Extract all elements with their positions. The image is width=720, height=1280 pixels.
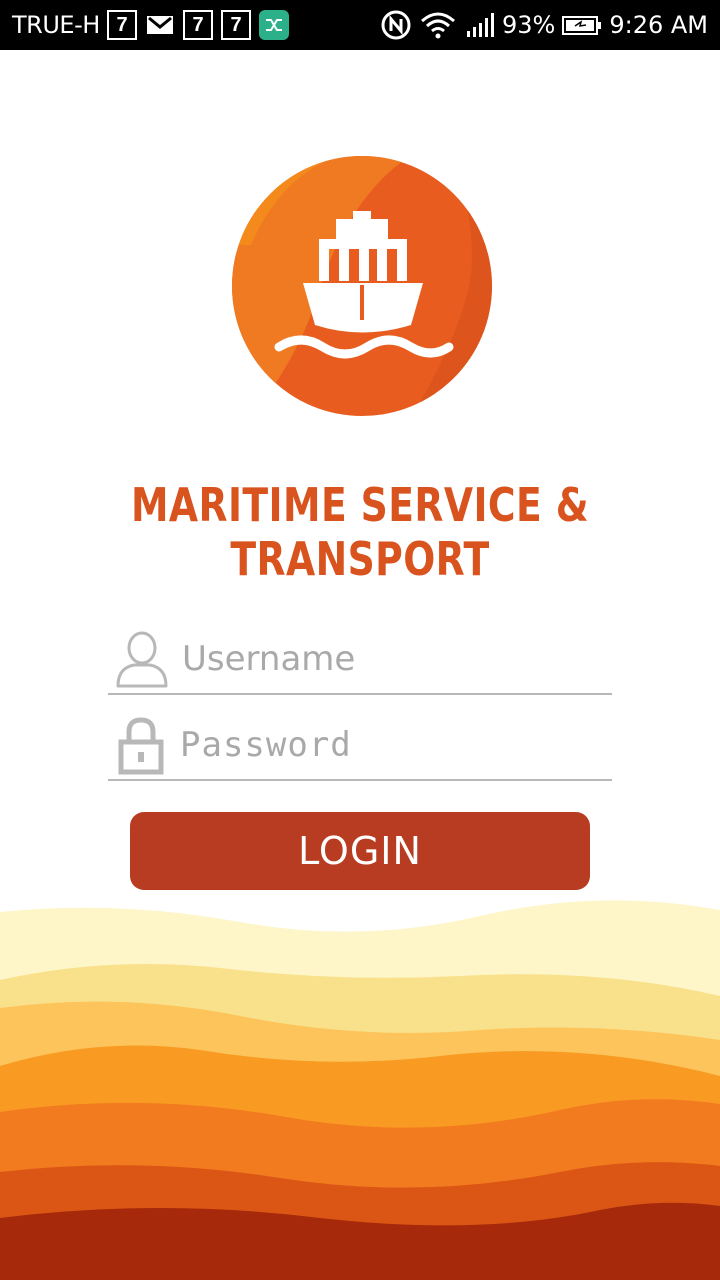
svg-text:7: 7 — [230, 14, 241, 36]
wifi-icon — [418, 9, 458, 41]
ship-icon — [232, 156, 492, 416]
lock-icon — [108, 713, 174, 777]
brand-title: MARITIME SERVICE & TRANSPORT — [130, 478, 590, 586]
app-logo — [231, 155, 493, 417]
seven-eleven-icon: 7 — [220, 9, 252, 41]
user-icon — [108, 627, 176, 691]
shuffle-app-icon — [258, 9, 290, 41]
status-bar-left: TRUE-H 7 7 7 — [12, 9, 290, 41]
gmail-icon — [144, 9, 176, 41]
svg-text:7: 7 — [192, 14, 203, 36]
battery-percent: 93% — [502, 11, 556, 39]
battery-icon — [561, 9, 603, 41]
password-input[interactable] — [174, 715, 612, 775]
login-button[interactable]: LOGIN — [130, 812, 590, 890]
carrier-label: TRUE-H — [12, 11, 100, 39]
status-bar: TRUE-H 7 7 7 93% 9:26 AM — [0, 0, 720, 50]
svg-text:7: 7 — [116, 14, 127, 36]
username-field[interactable] — [108, 625, 612, 695]
password-field[interactable] — [108, 711, 612, 781]
signal-icon — [464, 9, 496, 41]
clock: 9:26 AM — [609, 11, 708, 39]
status-bar-right: 93% 9:26 AM — [380, 9, 708, 41]
seven-eleven-icon: 7 — [182, 9, 214, 41]
seven-eleven-icon: 7 — [106, 9, 138, 41]
waves-decoration — [0, 900, 720, 1280]
username-input[interactable] — [176, 629, 612, 689]
nfc-icon — [380, 9, 412, 41]
